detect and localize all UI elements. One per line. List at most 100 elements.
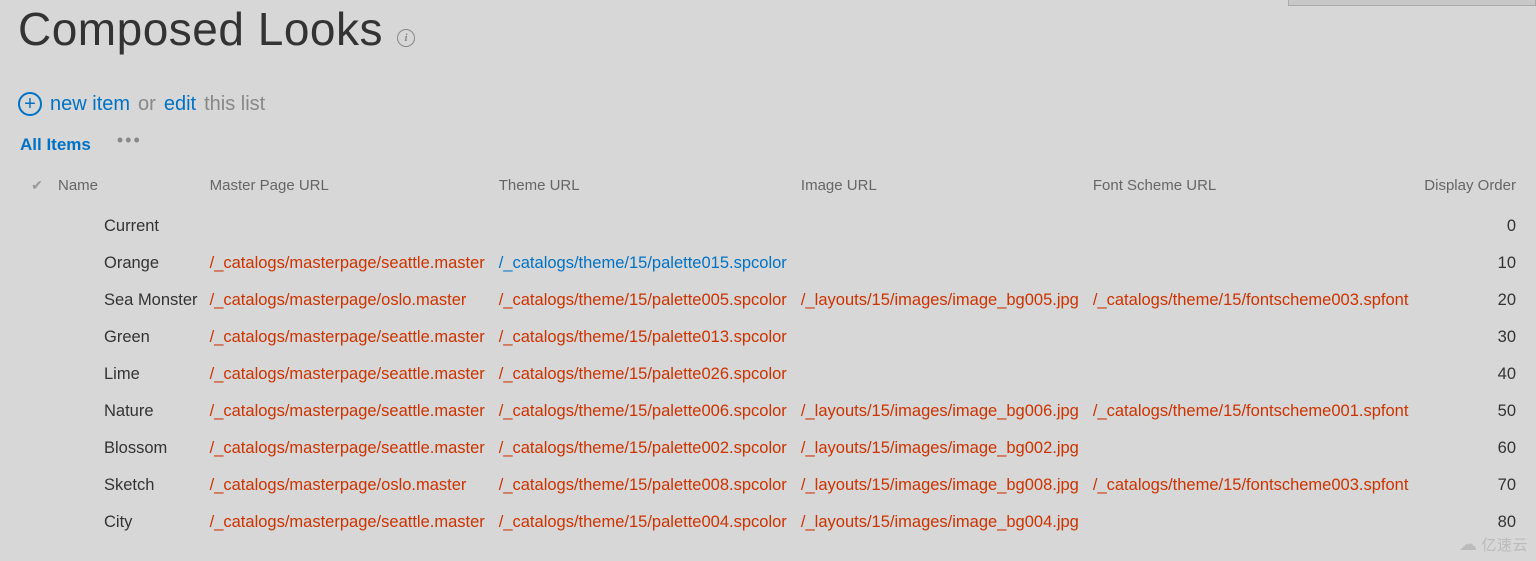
new-item-link[interactable]: new item — [50, 93, 130, 116]
row-font[interactable]: /_catalogs/theme/15/fontscheme003.spfont — [1093, 467, 1423, 504]
theme-link[interactable]: /_catalogs/theme/15/palette013.spcolor — [499, 328, 787, 346]
master-link[interactable]: /_catalogs/masterpage/seattle.master — [210, 402, 485, 420]
theme-link[interactable]: /_catalogs/theme/15/palette002.spcolor — [499, 439, 787, 457]
row-font[interactable]: /_catalogs/theme/15/fontscheme001.spfont — [1093, 393, 1423, 430]
row-master — [210, 208, 499, 245]
row-image[interactable]: /_layouts/15/images/image_bg006.jpg — [801, 393, 1093, 430]
row-image — [801, 356, 1093, 393]
row-select-cell[interactable] — [18, 356, 58, 393]
row-font — [1093, 356, 1423, 393]
table-row[interactable]: Sketch/_catalogs/masterpage/oslo.master /… — [18, 467, 1518, 504]
col-image[interactable]: Image URL — [801, 171, 1093, 208]
row-name[interactable]: Sea Monster — [58, 282, 210, 319]
row-master[interactable]: /_catalogs/masterpage/seattle.master — [210, 319, 499, 356]
font-link[interactable]: /_catalogs/theme/15/fontscheme001.spfont — [1093, 402, 1409, 420]
row-theme[interactable]: /_catalogs/theme/15/palette015.spcolor — [499, 245, 801, 282]
table-row[interactable]: Lime/_catalogs/masterpage/seattle.master… — [18, 356, 1518, 393]
col-name[interactable]: Name — [58, 171, 210, 208]
master-link[interactable]: /_catalogs/masterpage/seattle.master — [210, 513, 485, 531]
table-row[interactable]: Nature/_catalogs/masterpage/seattle.mast… — [18, 393, 1518, 430]
theme-link[interactable]: /_catalogs/theme/15/palette004.spcolor — [499, 513, 787, 531]
row-name[interactable]: Orange — [58, 245, 210, 282]
row-name[interactable]: Current — [58, 208, 210, 245]
row-name[interactable]: Blossom — [58, 430, 210, 467]
theme-link[interactable]: /_catalogs/theme/15/palette005.spcolor — [499, 291, 787, 309]
row-font — [1093, 319, 1423, 356]
search-box-collapsed[interactable] — [1288, 0, 1536, 6]
row-theme[interactable]: /_catalogs/theme/15/palette004.spcolor — [499, 504, 801, 541]
theme-link[interactable]: /_catalogs/theme/15/palette015.spcolor — [499, 254, 787, 272]
theme-link[interactable]: /_catalogs/theme/15/palette008.spcolor — [499, 476, 787, 494]
col-font[interactable]: Font Scheme URL — [1093, 171, 1423, 208]
row-image[interactable]: /_layouts/15/images/image_bg002.jpg — [801, 430, 1093, 467]
col-order[interactable]: Display Order — [1423, 171, 1518, 208]
edit-link[interactable]: edit — [164, 93, 196, 116]
row-theme[interactable]: /_catalogs/theme/15/palette008.spcolor — [499, 467, 801, 504]
row-master[interactable]: /_catalogs/masterpage/seattle.master — [210, 393, 499, 430]
row-font[interactable]: /_catalogs/theme/15/fontscheme003.spfont — [1093, 282, 1423, 319]
row-select-cell[interactable] — [18, 208, 58, 245]
col-master[interactable]: Master Page URL — [210, 171, 499, 208]
row-select-cell[interactable] — [18, 245, 58, 282]
row-order: 60 — [1423, 430, 1518, 467]
row-theme[interactable]: /_catalogs/theme/15/palette026.spcolor — [499, 356, 801, 393]
row-select-cell[interactable] — [18, 393, 58, 430]
row-select-cell[interactable] — [18, 319, 58, 356]
font-link[interactable]: /_catalogs/theme/15/fontscheme003.spfont — [1093, 291, 1409, 309]
row-theme[interactable]: /_catalogs/theme/15/palette013.spcolor — [499, 319, 801, 356]
row-image[interactable]: /_layouts/15/images/image_bg005.jpg — [801, 282, 1093, 319]
row-font — [1093, 504, 1423, 541]
row-theme[interactable]: /_catalogs/theme/15/palette005.spcolor — [499, 282, 801, 319]
row-order: 30 — [1423, 319, 1518, 356]
plus-icon[interactable]: + — [18, 92, 42, 116]
master-link[interactable]: /_catalogs/masterpage/oslo.master — [210, 291, 467, 309]
table-row[interactable]: Green/_catalogs/masterpage/seattle.maste… — [18, 319, 1518, 356]
row-master[interactable]: /_catalogs/masterpage/seattle.master — [210, 245, 499, 282]
row-name[interactable]: City — [58, 504, 210, 541]
row-master[interactable]: /_catalogs/masterpage/oslo.master — [210, 282, 499, 319]
row-image[interactable]: /_layouts/15/images/image_bg004.jpg — [801, 504, 1093, 541]
row-theme[interactable]: /_catalogs/theme/15/palette002.spcolor — [499, 430, 801, 467]
or-text: or — [138, 93, 156, 116]
table-row[interactable]: Blossom/_catalogs/masterpage/seattle.mas… — [18, 430, 1518, 467]
check-icon[interactable]: ✔ — [31, 177, 43, 193]
row-master[interactable]: /_catalogs/masterpage/seattle.master — [210, 356, 499, 393]
view-all-items[interactable]: All Items — [20, 135, 91, 155]
font-link[interactable]: /_catalogs/theme/15/fontscheme003.spfont — [1093, 476, 1409, 494]
master-link[interactable]: /_catalogs/masterpage/seattle.master — [210, 439, 485, 457]
master-link[interactable]: /_catalogs/masterpage/seattle.master — [210, 254, 485, 272]
row-select-cell[interactable] — [18, 467, 58, 504]
watermark-text: 亿速云 — [1481, 534, 1528, 555]
theme-link[interactable]: /_catalogs/theme/15/palette006.spcolor — [499, 402, 787, 420]
row-select-cell[interactable] — [18, 430, 58, 467]
master-link[interactable]: /_catalogs/masterpage/seattle.master — [210, 365, 485, 383]
image-link[interactable]: /_layouts/15/images/image_bg008.jpg — [801, 476, 1079, 494]
row-select-cell[interactable] — [18, 282, 58, 319]
ellipsis-icon[interactable]: ••• — [117, 130, 142, 151]
row-image[interactable]: /_layouts/15/images/image_bg008.jpg — [801, 467, 1093, 504]
table-row[interactable]: Current0 — [18, 208, 1518, 245]
row-name[interactable]: Lime — [58, 356, 210, 393]
row-master[interactable]: /_catalogs/masterpage/oslo.master — [210, 467, 499, 504]
image-link[interactable]: /_layouts/15/images/image_bg005.jpg — [801, 291, 1079, 309]
image-link[interactable]: /_layouts/15/images/image_bg006.jpg — [801, 402, 1079, 420]
row-order: 40 — [1423, 356, 1518, 393]
row-order: 50 — [1423, 393, 1518, 430]
table-row[interactable]: Sea Monster/_catalogs/masterpage/oslo.ma… — [18, 282, 1518, 319]
row-select-cell[interactable] — [18, 504, 58, 541]
master-link[interactable]: /_catalogs/masterpage/seattle.master — [210, 328, 485, 346]
row-theme[interactable]: /_catalogs/theme/15/palette006.spcolor — [499, 393, 801, 430]
image-link[interactable]: /_layouts/15/images/image_bg004.jpg — [801, 513, 1079, 531]
col-theme[interactable]: Theme URL — [499, 171, 801, 208]
master-link[interactable]: /_catalogs/masterpage/oslo.master — [210, 476, 467, 494]
info-icon[interactable]: i — [397, 29, 415, 47]
table-row[interactable]: Orange/_catalogs/masterpage/seattle.mast… — [18, 245, 1518, 282]
table-row[interactable]: City/_catalogs/masterpage/seattle.master… — [18, 504, 1518, 541]
row-master[interactable]: /_catalogs/masterpage/seattle.master — [210, 430, 499, 467]
row-name[interactable]: Nature — [58, 393, 210, 430]
row-name[interactable]: Sketch — [58, 467, 210, 504]
image-link[interactable]: /_layouts/15/images/image_bg002.jpg — [801, 439, 1079, 457]
row-name[interactable]: Green — [58, 319, 210, 356]
theme-link[interactable]: /_catalogs/theme/15/palette026.spcolor — [499, 365, 787, 383]
row-master[interactable]: /_catalogs/masterpage/seattle.master — [210, 504, 499, 541]
